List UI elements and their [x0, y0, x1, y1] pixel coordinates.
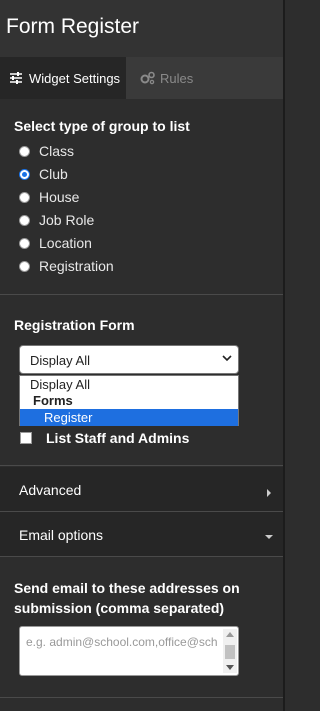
divider: [0, 697, 285, 698]
tab-rules[interactable]: Rules: [126, 57, 285, 99]
chevron-down-icon: [222, 352, 232, 364]
dropdown-option-register[interactable]: Register: [20, 409, 238, 426]
header: Form Register: [0, 0, 285, 57]
radio-location[interactable]: Location: [19, 233, 92, 253]
divider: [0, 556, 285, 557]
accordion-advanced[interactable]: Advanced: [0, 467, 283, 511]
radio-label: Location: [39, 235, 92, 251]
chevron-down-icon: [265, 528, 273, 539]
radio-registration[interactable]: Registration: [19, 256, 114, 276]
radio-label: Class: [39, 143, 75, 159]
registration-form-select[interactable]: Display All: [19, 345, 239, 374]
radio-label: Club: [39, 166, 68, 182]
radio-button[interactable]: [19, 237, 30, 249]
select-value: Display All: [30, 353, 90, 368]
radio-button[interactable]: [19, 214, 30, 226]
tab-bar: Widget Settings Rules: [0, 57, 285, 99]
textarea-scrollbar[interactable]: [223, 629, 237, 673]
radio-button[interactable]: [19, 191, 30, 203]
tab-widget-settings[interactable]: Widget Settings: [0, 57, 126, 99]
scroll-up-icon[interactable]: [226, 632, 234, 637]
list-staff-checkbox[interactable]: [20, 432, 32, 444]
list-staff-checkbox-row[interactable]: List Staff and Admins: [20, 429, 189, 447]
email-addresses-textarea[interactable]: e.g. admin@school.com,office@sch: [19, 626, 239, 676]
group-type-heading: Select type of group to list: [14, 118, 190, 134]
sliders-icon: [9, 71, 23, 85]
page-title: Form Register: [6, 15, 140, 38]
scroll-thumb[interactable]: [225, 645, 235, 659]
email-addresses-label: Send email to these addresses on submiss…: [14, 580, 240, 616]
accordion-label: Email options: [19, 527, 104, 543]
radio-house[interactable]: House: [19, 187, 79, 207]
registration-form-heading: Registration Form: [14, 317, 135, 333]
accordion-email-options[interactable]: Email options: [0, 512, 283, 556]
registration-form-dropdown: Display All Forms Register: [19, 375, 239, 426]
radio-label: Registration: [39, 258, 114, 274]
tab-label: Rules: [160, 70, 194, 86]
radio-class[interactable]: Class: [19, 141, 74, 161]
accordion-label: Advanced: [19, 482, 82, 498]
radio-club[interactable]: Club: [19, 164, 68, 184]
gears-icon: [140, 71, 155, 85]
divider: [0, 465, 285, 466]
radio-job-role[interactable]: Job Role: [19, 210, 94, 230]
radio-button[interactable]: [19, 145, 30, 157]
chevron-right-icon: [265, 484, 273, 497]
radio-label: Job Role: [39, 212, 95, 228]
panel-edge: [283, 0, 285, 711]
dropdown-option-display-all[interactable]: Display All: [20, 376, 238, 393]
dropdown-group-forms: Forms: [33, 393, 73, 408]
divider: [0, 294, 285, 295]
textarea-placeholder: e.g. admin@school.com,office@sch: [26, 635, 218, 649]
scroll-down-icon[interactable]: [226, 665, 234, 670]
tab-label: Widget Settings: [29, 70, 121, 86]
radio-label: House: [39, 189, 80, 205]
checkbox-label: List Staff and Admins: [46, 430, 190, 446]
radio-button[interactable]: [19, 260, 30, 272]
radio-button[interactable]: [19, 168, 30, 180]
